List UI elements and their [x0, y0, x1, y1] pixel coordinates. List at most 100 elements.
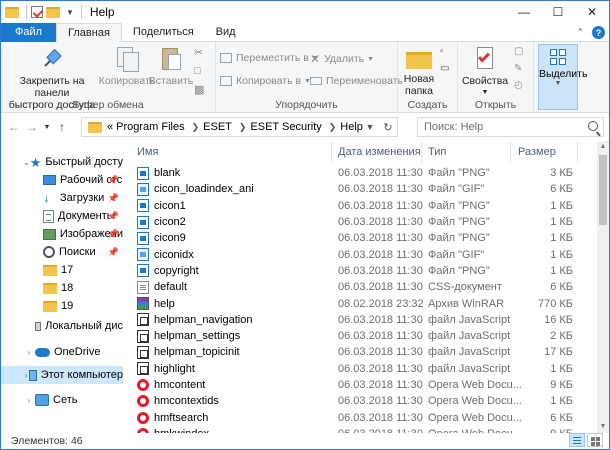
table-row[interactable]: hmkwindex06.03.2018 11:30Opera Web Docu.… [123, 426, 597, 433]
vertical-scrollbar[interactable]: ▲ ▼ [597, 141, 609, 433]
file-name-cell: helpman_settings [137, 329, 240, 343]
paste-shortcut-icon[interactable]: ▩ [194, 83, 204, 96]
delete-button[interactable]: ✕ Удалить ▼ [310, 52, 374, 66]
table-row[interactable]: copyright 06.03.2018 11:30 Файл "PNG" 1 КБ [123, 263, 597, 279]
table-row[interactable]: highlight 06.03.2018 11:30 файл JavaScript… [123, 361, 597, 377]
chevron-right-icon[interactable]: ❯ [329, 122, 337, 133]
scroll-thumb[interactable] [599, 155, 607, 225]
open-icon[interactable]: ▢ [514, 46, 523, 57]
recent-locations-icon[interactable]: ▼ [41, 124, 53, 131]
help-icon[interactable]: ? [592, 26, 605, 39]
chevron-right-icon[interactable]: ❯ [239, 122, 247, 133]
table-row[interactable]: hmcontextids 06.03.2018 11:30 Opera Web Do… [123, 393, 597, 409]
copy-to-button[interactable]: Копировать в ▼ [220, 75, 311, 87]
tab-view[interactable]: Вид [205, 23, 247, 42]
nav-item-onedrive[interactable]: › OneDrive [1, 343, 123, 361]
minimize-button[interactable]: — [507, 1, 541, 23]
column-separator[interactable] [421, 141, 422, 163]
customize-toolbar-icon[interactable]: ▼ [66, 8, 74, 17]
nav-item-local-disk[interactable]: Локальный дис [1, 317, 123, 335]
file-name-cell: help [137, 297, 175, 311]
item-count: Элементов: 46 [11, 435, 83, 447]
details-view-button[interactable] [569, 433, 585, 447]
breadcrumb-help[interactable]: Help [340, 121, 363, 133]
table-row[interactable]: blank 06.03.2018 11:30 Файл "PNG" 3 КБ [123, 165, 597, 181]
rename-button[interactable]: Переименовать [310, 75, 403, 87]
table-row[interactable]: cicon_loadindex_ani 06.03.2018 11:30 Файл … [123, 181, 597, 197]
table-row[interactable]: cicon2 06.03.2018 11:30 Файл "PNG" 1 КБ [123, 214, 597, 230]
file-size-cell: 2 КБ [550, 330, 573, 343]
opera-file-icon [137, 411, 149, 424]
forward-icon[interactable]: → [23, 120, 41, 134]
table-row[interactable]: cicon1 06.03.2018 11:30 Файл "PNG" 1 КБ [123, 198, 597, 214]
select-button[interactable]: Выделить ▼ [538, 44, 587, 110]
breadcrumb-overflow[interactable]: « [107, 121, 113, 133]
table-row[interactable]: ciconidx 06.03.2018 11:30 Файл "GIF" 1 КБ [123, 247, 597, 263]
properties-button[interactable]: Свойства ▼ [460, 46, 510, 99]
table-row[interactable]: hmcontent 06.03.2018 11:30 Opera Web Docu.… [123, 377, 597, 393]
new-folder-icon[interactable] [46, 6, 60, 18]
table-row[interactable]: hmftsearch 06.03.2018 11:30 Opera Web Docu… [123, 410, 597, 426]
up-icon[interactable]: ↑ [53, 120, 71, 134]
move-to-button[interactable]: Переместить в ▼ [220, 52, 319, 64]
expand-icon[interactable]: › [23, 396, 35, 405]
history-icon[interactable]: ◴ [514, 80, 523, 91]
edit-icon[interactable]: ✎ [514, 63, 523, 74]
nav-item-desktop[interactable]: Рабочий стс 📌 [1, 171, 123, 189]
tab-share[interactable]: Поделиться [122, 23, 205, 42]
nav-item-downloads[interactable]: ↓ Загрузки 📌 [1, 189, 123, 207]
table-row[interactable]: help 08.02.2018 23:32 Архив WinRAR 770 КБ [123, 295, 597, 311]
nav-item-pictures[interactable]: Изображени 📌 [1, 225, 123, 243]
paste-button[interactable]: Вставить [149, 46, 193, 87]
nav-item-folder-18[interactable]: 18 [1, 279, 123, 297]
nav-item-documents[interactable]: Документы 📌 [1, 207, 123, 225]
file-type-cell: Файл "PNG" [428, 199, 490, 212]
copy-button[interactable]: Копировать [99, 46, 155, 87]
table-row[interactable]: helpman_navigation 06.03.2018 11:30 файл J… [123, 312, 597, 328]
maximize-button[interactable]: ☐ [541, 1, 575, 23]
nav-item-network[interactable]: › Сеть [1, 391, 123, 409]
scroll-up-icon[interactable]: ▲ [597, 141, 609, 153]
tab-file[interactable]: Файл [1, 23, 57, 42]
large-icons-view-button[interactable] [587, 433, 603, 447]
collapse-ribbon-icon[interactable]: ⌃ [576, 27, 584, 38]
file-size-cell: 1 КБ [550, 248, 573, 261]
column-separator[interactable] [510, 141, 511, 163]
table-row[interactable]: helpman_topicinit 06.03.2018 11:30 файл Ja… [123, 344, 597, 360]
nav-item-folder-17[interactable]: 17 [1, 261, 123, 279]
table-row[interactable]: helpman_settings 06.03.2018 11:30 файл Jav… [123, 328, 597, 344]
cut-icon[interactable]: ✂ [194, 46, 204, 59]
search-icon[interactable] [588, 121, 598, 131]
easy-access-icon[interactable]: ▭ [440, 63, 449, 74]
breadcrumb-eset[interactable]: ESET [203, 121, 232, 133]
column-separator[interactable] [577, 141, 578, 163]
new-item-icon[interactable]: ▫ [440, 46, 449, 57]
expand-icon[interactable]: › [23, 348, 35, 357]
address-history-icon[interactable]: ▼ [361, 122, 379, 132]
refresh-icon[interactable]: ↻ [379, 121, 397, 134]
tab-home[interactable]: Главная [56, 23, 122, 43]
column-header-type[interactable]: Тип [428, 141, 446, 163]
column-header-size[interactable]: Размер [518, 141, 556, 163]
nav-item-this-pc[interactable]: › Этот компьютер [1, 366, 123, 384]
search-box[interactable]: Поиск: Help [417, 117, 604, 137]
table-row[interactable]: cicon9 06.03.2018 11:30 Файл "PNG" 1 КБ [123, 230, 597, 246]
scroll-down-icon[interactable]: ▼ [597, 421, 609, 433]
close-button[interactable]: ✕ [575, 1, 609, 23]
address-bar[interactable]: « Program Files ❯ ESET ❯ ESET Security ❯… [81, 117, 398, 137]
properties-icon[interactable] [31, 6, 43, 18]
column-header-date[interactable]: Дата изменения [338, 141, 421, 163]
expand-icon[interactable]: ⌄ [23, 158, 30, 167]
column-header-name[interactable]: Имя ⌃ [137, 141, 252, 163]
breadcrumb-program-files[interactable]: Program Files [116, 121, 184, 133]
nav-item-searches[interactable]: Поиски 📌 [1, 243, 123, 261]
new-folder-button[interactable]: Новая папка [400, 46, 438, 97]
nav-item-quick-access[interactable]: ⌄ ★ Быстрый доступ [1, 153, 123, 171]
table-row[interactable]: default 06.03.2018 11:30 CSS-документ 6 КБ [123, 279, 597, 295]
back-icon[interactable]: ← [5, 120, 23, 134]
nav-item-folder-19[interactable]: 19 [1, 297, 123, 315]
column-separator[interactable] [331, 141, 332, 163]
chevron-right-icon[interactable]: ❯ [192, 122, 200, 133]
breadcrumb-eset-security[interactable]: ESET Security [250, 121, 321, 133]
copy-path-icon[interactable]: □ [194, 65, 204, 77]
